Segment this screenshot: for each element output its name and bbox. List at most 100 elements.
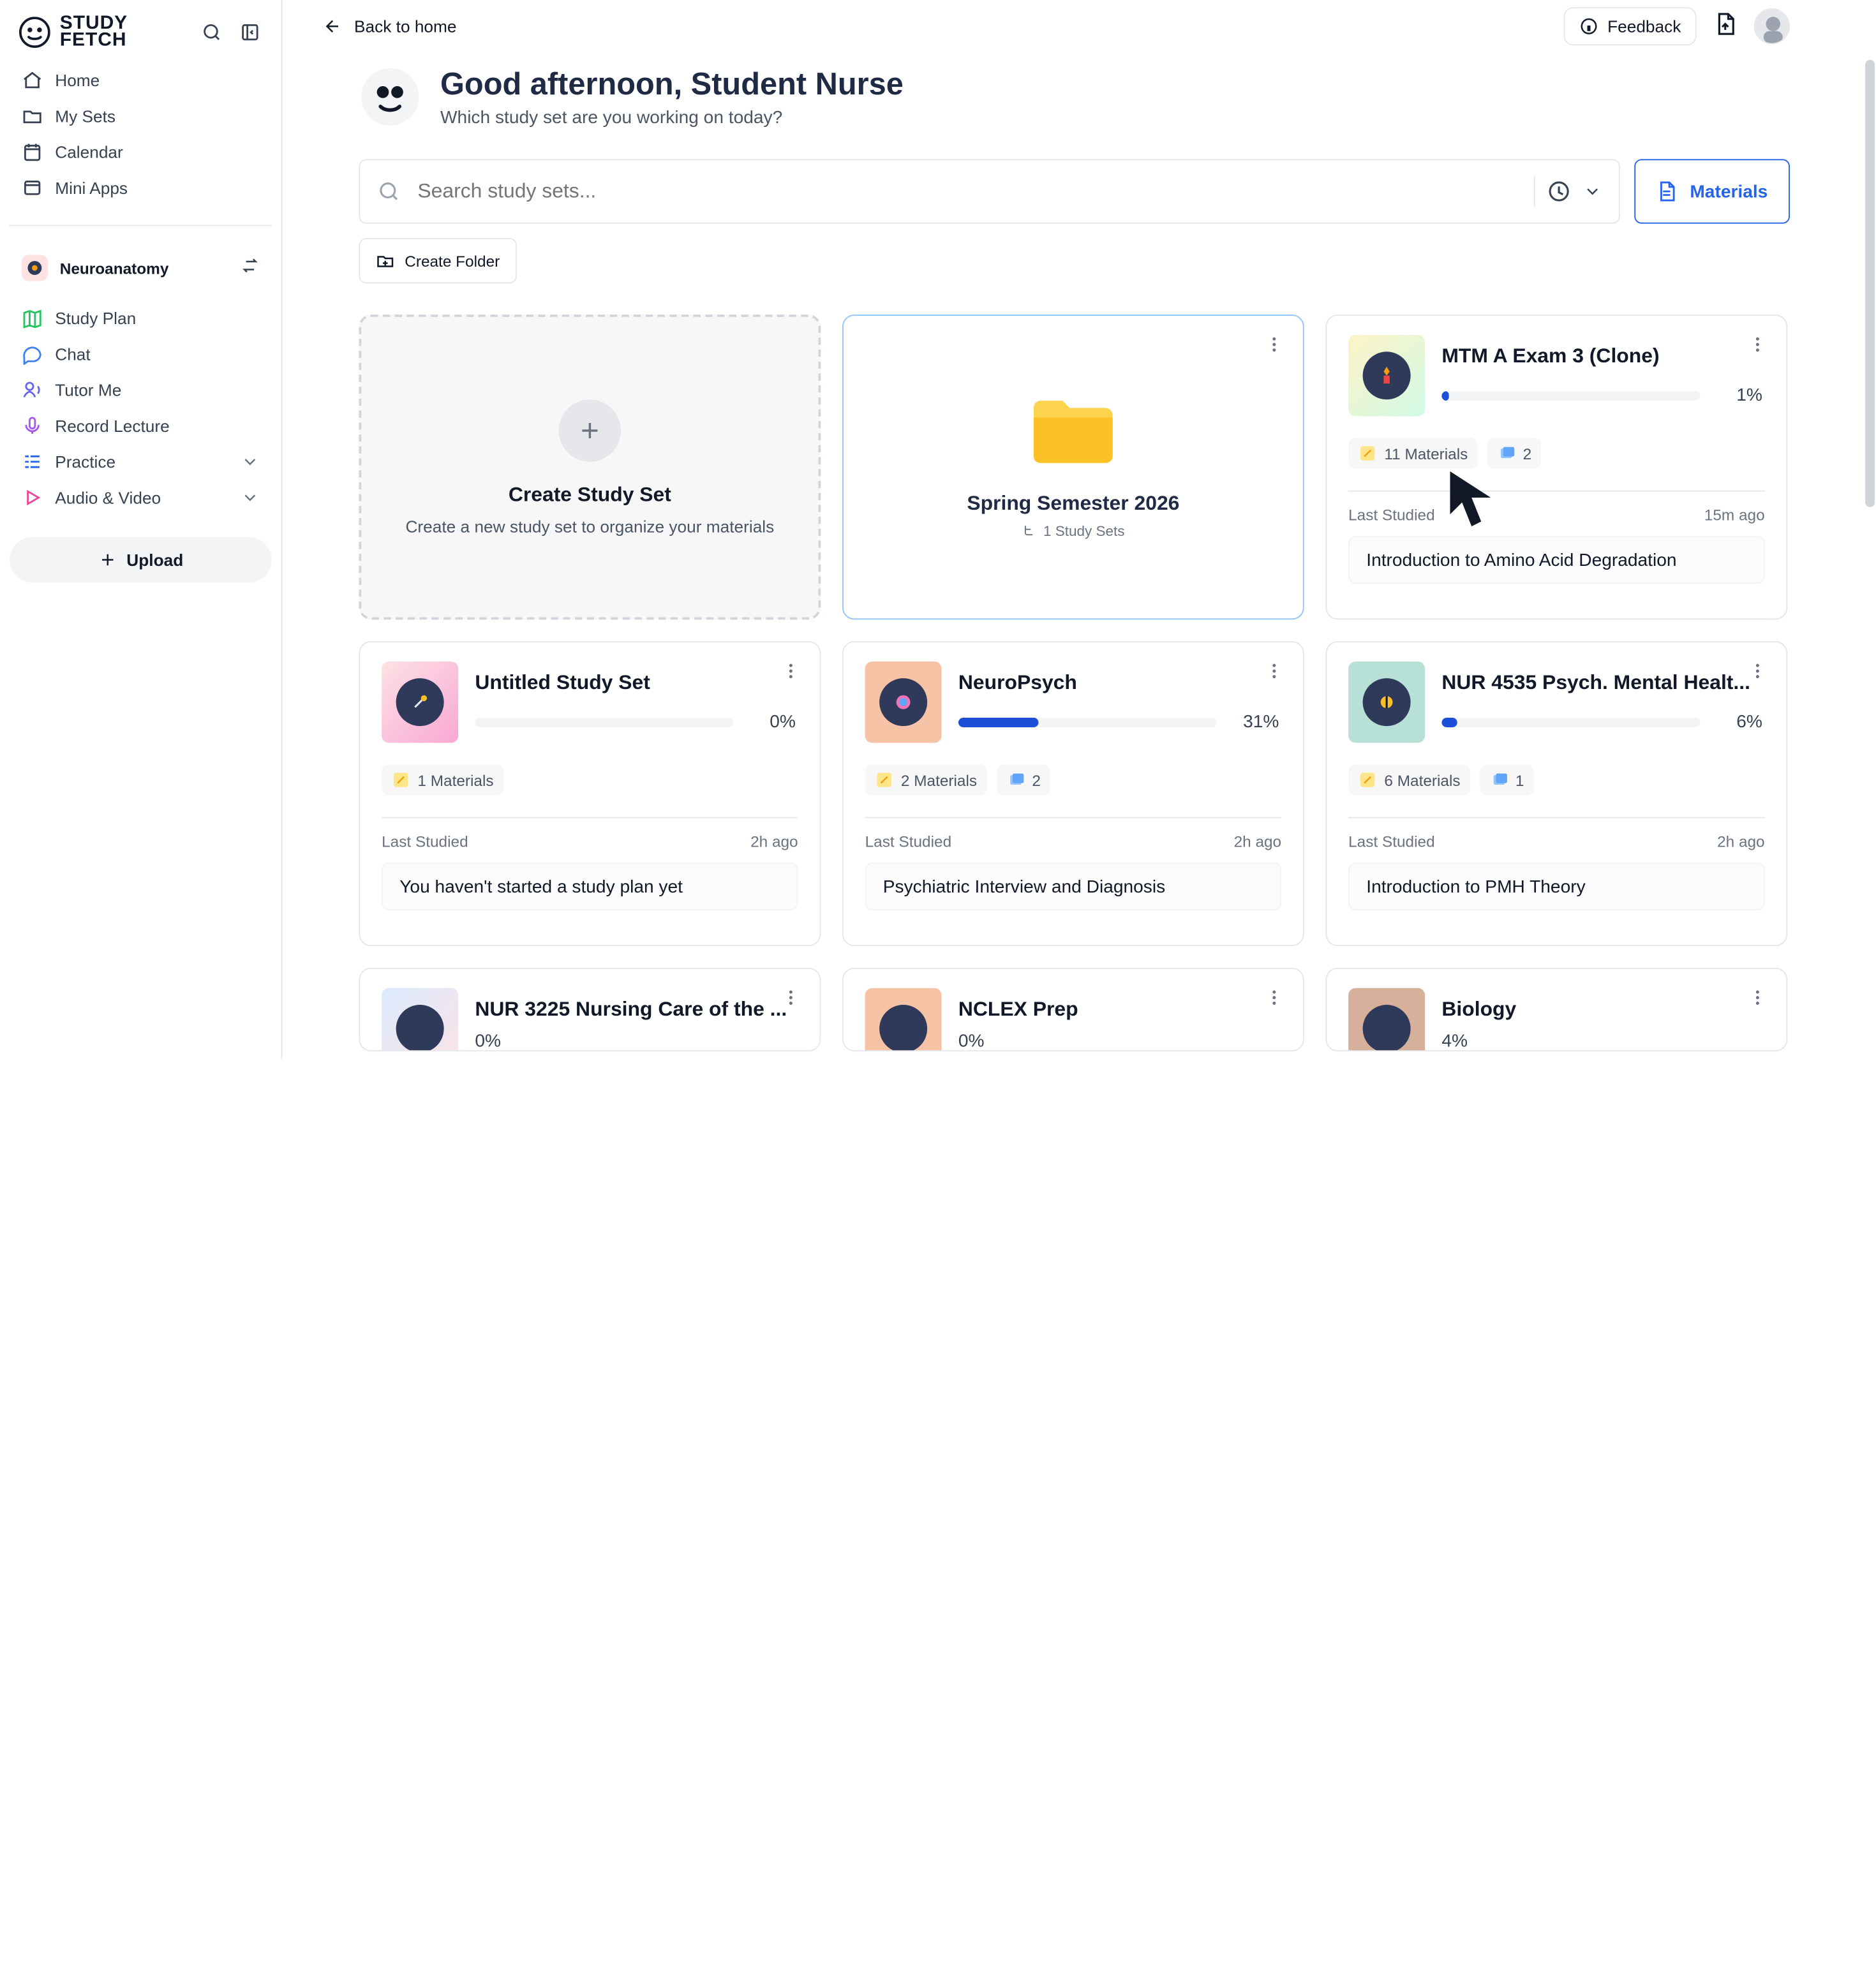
flashcards-chip: 1 — [1480, 764, 1534, 796]
flashcards-count: 2 — [1032, 771, 1041, 789]
card-divider — [382, 817, 798, 819]
sidebar-actions — [200, 20, 262, 45]
last-studied-row: Last Studied 2h ago — [1348, 833, 1765, 850]
materials-button[interactable]: Materials — [1634, 159, 1790, 223]
more-vertical-icon[interactable] — [781, 988, 800, 1013]
progress-fill — [1441, 717, 1457, 727]
study-set-card[interactable]: NCLEX Prep 0% — [842, 968, 1304, 1051]
set-chips: 2 Materials 2 — [865, 764, 1282, 796]
scrollbar[interactable] — [1864, 60, 1876, 515]
edit-icon — [1358, 771, 1377, 790]
set-thumbnail — [865, 662, 942, 743]
more-vertical-icon[interactable] — [1748, 335, 1767, 360]
page-subtitle: Which study set are you working on today… — [440, 108, 904, 128]
progress-label: 31% — [1236, 712, 1279, 732]
materials-count: 1 Materials — [417, 771, 493, 789]
folder-card[interactable]: Spring Semester 2026 1 Study Sets — [842, 315, 1304, 619]
flashcards-chip: 2 — [996, 764, 1050, 796]
main-content: Back to home Feedback — [283, 0, 1876, 1058]
swap-icon[interactable] — [241, 255, 260, 280]
progress-row: 1% — [1441, 385, 1764, 406]
progress-bar — [1441, 717, 1700, 727]
card-divider — [865, 817, 1282, 819]
sidebar-item-audio-video[interactable]: Audio & Video — [10, 480, 272, 515]
create-folder-button[interactable]: Create Folder — [359, 238, 517, 283]
sidebar-item-practice[interactable]: Practice — [10, 444, 272, 480]
set-title: NUR 4535 Psych. Mental Healt... — [1441, 671, 1764, 695]
sidebar-item-my-sets[interactable]: My Sets — [10, 98, 272, 134]
upload-label: Upload — [126, 551, 183, 570]
sidebar-item-mini-apps[interactable]: Mini Apps — [10, 170, 272, 205]
set-chips: 11 Materials 2 — [1348, 438, 1765, 469]
set-header: NUR 4535 Psych. Mental Healt... 6% — [1348, 662, 1765, 743]
more-vertical-icon[interactable] — [1265, 662, 1284, 686]
search-input[interactable] — [415, 178, 1420, 204]
last-studied-item[interactable]: Psychiatric Interview and Diagnosis — [865, 863, 1282, 910]
scrollbar-thumb[interactable] — [1865, 60, 1875, 507]
last-studied-time: 2h ago — [1234, 833, 1282, 850]
file-upload-icon[interactable] — [1713, 11, 1738, 41]
flashcards-count: 2 — [1523, 445, 1532, 463]
chevron-down-icon[interactable] — [241, 488, 260, 507]
study-set-card[interactable]: NeuroPsych 31% 2 Materials — [842, 641, 1304, 946]
progress-bar — [475, 717, 733, 727]
back-label: Back to home — [354, 17, 457, 36]
subject-switcher[interactable]: Neuroanatomy — [10, 248, 272, 288]
last-studied-item[interactable]: Introduction to Amino Acid Degradation — [1348, 536, 1765, 584]
progress-label: 0% — [752, 712, 796, 732]
set-chips: 1 Materials — [382, 764, 798, 796]
sidebar-item-record-lecture[interactable]: Record Lecture — [10, 408, 272, 443]
sidebar-item-chat[interactable]: Chat — [10, 336, 272, 372]
sidebar-label: Study Plan — [55, 309, 136, 328]
study-set-card[interactable]: MTM A Exam 3 (Clone) 1% 11 Materials — [1326, 315, 1788, 619]
last-studied-label: Last Studied — [1348, 506, 1435, 524]
brand-logo[interactable]: STUDY FETCH — [19, 13, 128, 52]
create-study-set-card[interactable]: Create Study Set Create a new study set … — [359, 315, 821, 619]
more-vertical-icon[interactable] — [1265, 335, 1284, 360]
sidebar-item-study-plan[interactable]: Study Plan — [10, 300, 272, 336]
progress-label: 4% — [1441, 1031, 1764, 1051]
study-set-card[interactable]: NUR 4535 Psych. Mental Healt... 6% 6 Mat… — [1326, 641, 1788, 946]
history-filter[interactable] — [1534, 176, 1602, 207]
more-vertical-icon[interactable] — [1748, 662, 1767, 686]
back-to-home-link[interactable]: Back to home — [323, 17, 456, 36]
collapse-sidebar-icon[interactable] — [238, 20, 262, 45]
sidebar-label: Chat — [55, 345, 90, 364]
sidebar-item-tutor-me[interactable]: Tutor Me — [10, 372, 272, 408]
search-box — [359, 159, 1620, 223]
folder-count: 1 Study Sets — [1043, 522, 1125, 538]
search-icon[interactable] — [200, 20, 224, 45]
upload-button[interactable]: Upload — [10, 537, 272, 582]
create-folder-label: Create Folder — [405, 252, 500, 270]
edit-icon — [391, 771, 410, 790]
sidebar-item-calendar[interactable]: Calendar — [10, 134, 272, 170]
plus-icon — [559, 399, 622, 461]
feedback-label: Feedback — [1607, 17, 1681, 36]
feedback-button[interactable]: Feedback — [1563, 7, 1697, 45]
more-vertical-icon[interactable] — [1265, 988, 1284, 1013]
study-set-card[interactable]: Untitled Study Set 0% 1 Materials — [359, 641, 821, 946]
user-avatar[interactable] — [1754, 8, 1790, 44]
more-vertical-icon[interactable] — [781, 662, 800, 686]
cards-icon — [1006, 771, 1025, 790]
study-set-card[interactable]: NUR 3225 Nursing Care of the ... 0% — [359, 968, 821, 1051]
folder-icon — [22, 105, 43, 127]
more-vertical-icon[interactable] — [1748, 988, 1767, 1013]
materials-chip: 2 Materials — [865, 764, 986, 796]
last-studied-item[interactable]: Introduction to PMH Theory — [1348, 863, 1765, 910]
edit-icon — [1358, 444, 1377, 463]
progress-row: 0% — [475, 712, 798, 732]
last-studied-item[interactable]: You haven't started a study plan yet — [382, 863, 798, 910]
sidebar-label: Practice — [55, 452, 115, 471]
progress-label: 6% — [1719, 712, 1762, 732]
set-title: Biology — [1441, 998, 1764, 1022]
materials-chip: 1 Materials — [382, 764, 503, 796]
sidebar-item-home[interactable]: Home — [10, 63, 272, 98]
chevron-down-icon[interactable] — [241, 452, 260, 471]
mouse-cursor-icon — [1448, 469, 1496, 531]
card-divider — [1348, 491, 1765, 492]
set-header: NeuroPsych 31% — [865, 662, 1282, 743]
last-studied-label: Last Studied — [1348, 833, 1435, 850]
study-set-card[interactable]: Biology 4% — [1326, 968, 1788, 1051]
page-title: Good afternoon, Student Nurse — [440, 64, 904, 103]
